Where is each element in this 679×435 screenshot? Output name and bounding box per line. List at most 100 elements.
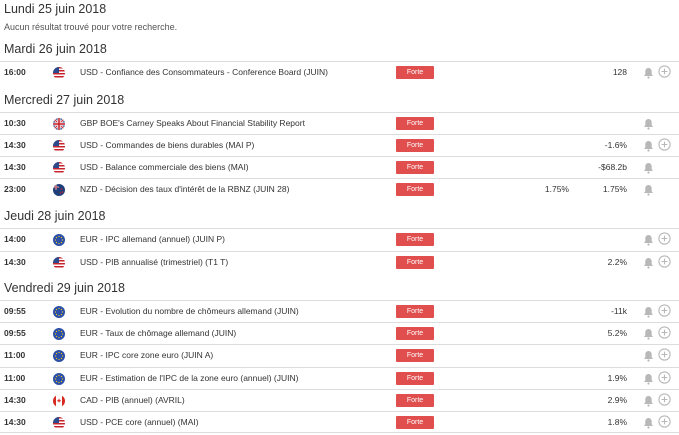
day-heading: Mercredi 27 juin 2018 [4, 93, 125, 107]
event-name[interactable]: EUR - IPC core zone euro (JUIN A) [80, 350, 213, 360]
event-previous: 1.8% [607, 417, 627, 427]
event-time: 09:55 [4, 306, 26, 316]
bell-icon[interactable] [643, 161, 654, 174]
event-previous: 128 [612, 67, 627, 77]
eu-flag-icon [53, 306, 65, 318]
plus-circle-icon[interactable] [658, 304, 671, 317]
event-time: 14:30 [4, 140, 26, 150]
event-row[interactable]: 09:55 EUR - Evolution du nombre de chôme… [0, 300, 679, 322]
event-name[interactable]: EUR - IPC allemand (annuel) (JUIN P) [80, 234, 225, 244]
bell-icon[interactable] [643, 305, 654, 318]
bell-icon[interactable] [643, 117, 654, 130]
event-time: 11:00 [4, 373, 26, 383]
plus-circle-icon[interactable] [658, 138, 671, 151]
event-row[interactable]: 14:00 EUR - IPC allemand (annuel) (JUIN … [0, 228, 679, 250]
impact-badge: Forte [396, 327, 434, 340]
event-time: 14:00 [4, 234, 26, 244]
event-time: 11:00 [4, 350, 26, 360]
event-row[interactable]: 11:00 EUR - IPC core zone euro (JUIN A) … [0, 344, 679, 366]
bell-icon[interactable] [643, 372, 654, 385]
impact-badge: Forte [396, 372, 434, 385]
impact-badge: Forte [396, 305, 434, 318]
event-row[interactable]: 14:30 USD - PCE core (annuel) (MAI) Fort… [0, 411, 679, 433]
us-flag-icon [53, 162, 65, 174]
event-time: 09:55 [4, 328, 26, 338]
day-heading: Jeudi 28 juin 2018 [4, 209, 106, 223]
eu-flag-icon [53, 350, 65, 362]
plus-circle-icon[interactable] [658, 326, 671, 339]
event-name[interactable]: EUR - Taux de chômage allemand (JUIN) [80, 328, 236, 338]
bell-icon[interactable] [643, 349, 654, 362]
event-name[interactable]: GBP BOE's Carney Speaks About Financial … [80, 118, 305, 128]
plus-circle-icon[interactable] [658, 415, 671, 428]
event-name[interactable]: USD - Confiance des Consommateurs - Conf… [80, 67, 328, 77]
event-previous: 1.9% [607, 373, 627, 383]
no-result-message: Aucun résultat trouvé pour votre recherc… [4, 22, 178, 32]
plus-circle-icon[interactable] [658, 371, 671, 384]
us-flag-icon [53, 257, 65, 269]
us-flag-icon [53, 140, 65, 152]
day-heading: Mardi 26 juin 2018 [4, 42, 107, 56]
event-time: 23:00 [4, 184, 26, 194]
impact-badge: Forte [396, 256, 434, 269]
event-row[interactable]: 14:30 USD - PIB annualisé (trimestriel) … [0, 251, 679, 273]
impact-badge: Forte [396, 394, 434, 407]
impact-badge: Forte [396, 183, 434, 196]
event-row[interactable]: 23:00 NZD - Décision des taux d'intérêt … [0, 178, 679, 200]
event-name[interactable]: USD - Commandes de biens durables (MAI P… [80, 140, 254, 150]
event-previous: -1.6% [604, 140, 627, 150]
event-row[interactable]: 14:30 CAD - PIB (annuel) (AVRIL) Forte 2… [0, 389, 679, 411]
event-time: 14:30 [4, 257, 26, 267]
bell-icon[interactable] [643, 183, 654, 196]
event-time: 14:30 [4, 417, 26, 427]
event-time: 10:30 [4, 118, 26, 128]
event-previous: 5.2% [607, 328, 627, 338]
event-name[interactable]: USD - Balance commerciale des biens (MAI… [80, 162, 249, 172]
event-previous: 2.2% [607, 257, 627, 267]
event-row[interactable]: 09:55 EUR - Taux de chômage allemand (JU… [0, 322, 679, 344]
plus-circle-icon[interactable] [658, 393, 671, 406]
event-row[interactable]: 14:30 USD - Balance commerciale des bien… [0, 156, 679, 178]
event-previous: -11k [611, 306, 627, 316]
us-flag-icon [53, 417, 65, 429]
event-row[interactable]: 11:00 EUR - Estimation de l'IPC de la zo… [0, 367, 679, 389]
us-flag-icon [53, 67, 65, 79]
impact-badge: Forte [396, 117, 434, 130]
event-row[interactable]: 16:00 USD - Confiance des Consommateurs … [0, 61, 679, 83]
impact-badge: Forte [396, 233, 434, 246]
plus-circle-icon[interactable] [658, 255, 671, 268]
impact-badge: Forte [396, 139, 434, 152]
event-name[interactable]: NZD - Décision des taux d'intérêt de la … [80, 184, 289, 194]
bell-icon[interactable] [643, 66, 654, 79]
event-name[interactable]: EUR - Estimation de l'IPC de la zone eur… [80, 373, 298, 383]
event-row[interactable]: 14:30 USD - Commandes de biens durables … [0, 134, 679, 156]
impact-badge: Forte [396, 66, 434, 79]
event-name[interactable]: USD - PIB annualisé (trimestriel) (T1 T) [80, 257, 228, 267]
plus-circle-icon[interactable] [658, 348, 671, 361]
plus-circle-icon[interactable] [658, 65, 671, 78]
plus-circle-icon[interactable] [658, 232, 671, 245]
event-name[interactable]: EUR - Evolution du nombre de chômeurs al… [80, 306, 299, 316]
bell-icon[interactable] [643, 327, 654, 340]
eu-flag-icon [53, 328, 65, 340]
bell-icon[interactable] [643, 256, 654, 269]
day-heading: Vendredi 29 juin 2018 [4, 281, 125, 295]
impact-badge: Forte [396, 416, 434, 429]
event-row[interactable]: 10:30 GBP BOE's Carney Speaks About Fina… [0, 112, 679, 134]
event-forecast: 1.75% [544, 184, 569, 194]
day-heading: Lundi 25 juin 2018 [4, 2, 107, 16]
eu-flag-icon [53, 373, 65, 385]
event-time: 16:00 [4, 67, 26, 77]
impact-badge: Forte [396, 161, 434, 174]
impact-badge: Forte [396, 349, 434, 362]
bell-icon[interactable] [643, 394, 654, 407]
event-previous: -$68.2b [598, 162, 627, 172]
bell-icon[interactable] [643, 416, 654, 429]
event-name[interactable]: USD - PCE core (annuel) (MAI) [80, 417, 199, 427]
eu-flag-icon [53, 234, 65, 246]
bell-icon[interactable] [643, 139, 654, 152]
bell-icon[interactable] [643, 233, 654, 246]
event-name[interactable]: CAD - PIB (annuel) (AVRIL) [80, 395, 185, 405]
nz-flag-icon [53, 184, 65, 196]
event-time: 14:30 [4, 162, 26, 172]
